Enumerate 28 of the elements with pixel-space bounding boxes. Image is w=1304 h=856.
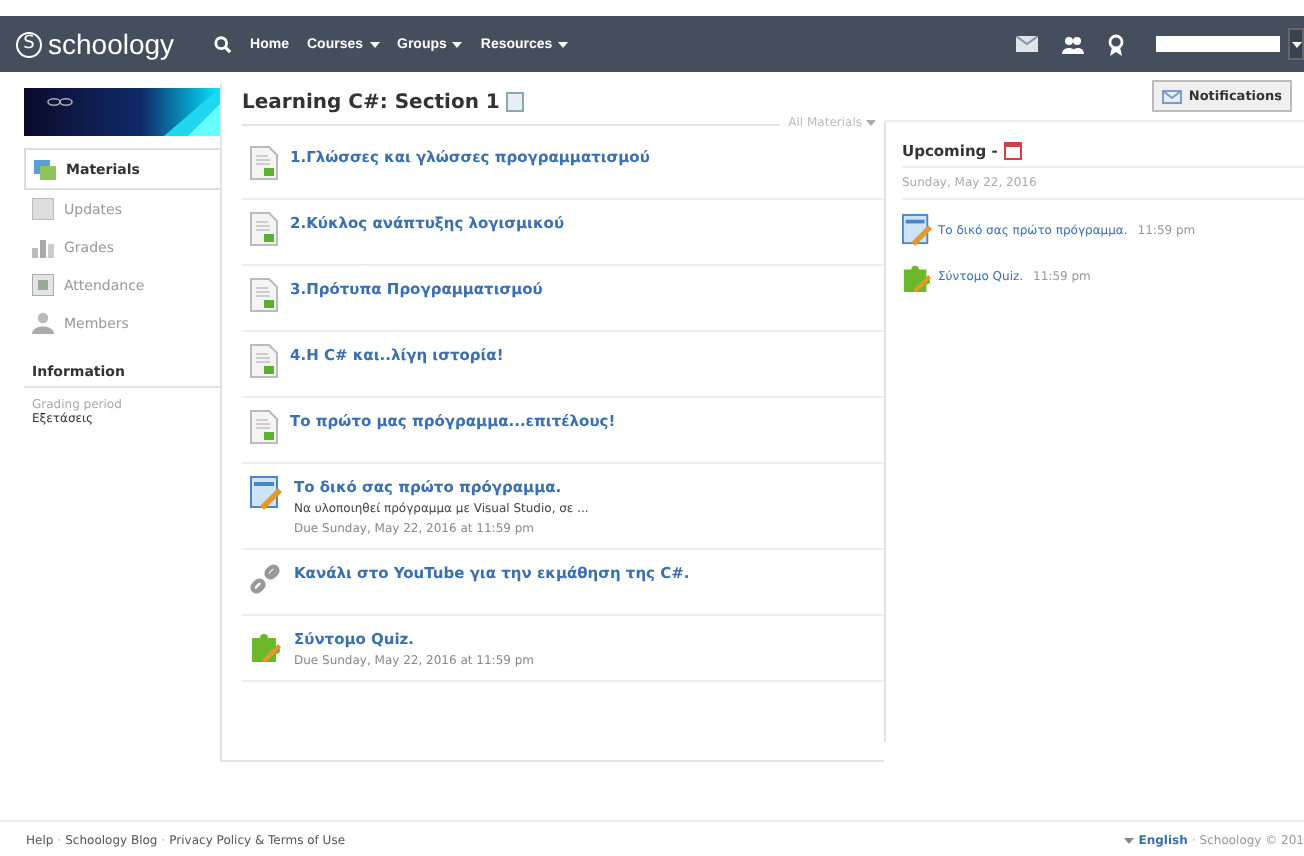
course-title: Learning C#: Section 1 xyxy=(242,91,500,113)
caret-icon xyxy=(866,120,876,126)
document-icon xyxy=(250,212,278,246)
mail-icon xyxy=(1162,89,1183,103)
caret-icon xyxy=(1124,837,1135,843)
puzzle-icon xyxy=(250,628,282,662)
puzzle-icon xyxy=(902,260,932,292)
caret-icon xyxy=(1291,41,1301,47)
user-field[interactable] xyxy=(1156,36,1280,52)
assignment-icon xyxy=(902,214,932,246)
logo-text[interactable]: schoology xyxy=(48,28,175,60)
document-icon xyxy=(250,146,278,180)
bar-chart-icon xyxy=(32,236,54,258)
calendar-icon xyxy=(32,274,54,296)
document-icon xyxy=(250,278,278,312)
person-icon xyxy=(32,312,54,334)
award-icon[interactable] xyxy=(1108,33,1124,55)
document-icon xyxy=(250,410,278,444)
logo-icon[interactable]: S xyxy=(16,31,42,57)
assignment-icon xyxy=(250,476,282,510)
calendar-icon[interactable] xyxy=(1003,142,1022,160)
chain-link-icon xyxy=(250,562,282,596)
search-icon[interactable] xyxy=(214,35,233,53)
folder-icon xyxy=(34,158,56,180)
people-icon[interactable] xyxy=(1062,35,1084,53)
document-icon xyxy=(250,344,278,378)
note-icon xyxy=(32,198,54,220)
account-dropdown-button[interactable] xyxy=(1288,28,1304,60)
